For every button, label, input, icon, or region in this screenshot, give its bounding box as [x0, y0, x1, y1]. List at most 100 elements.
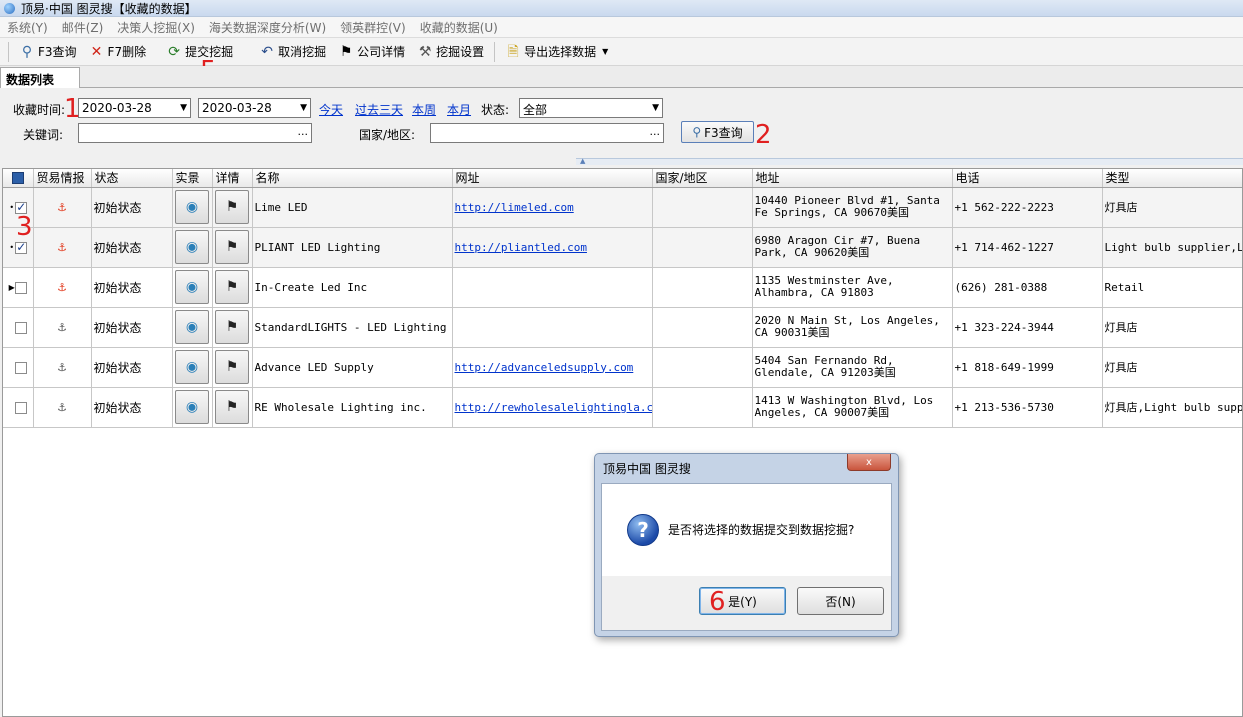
company-detail-button[interactable]: ⚑ 公司详情: [332, 41, 411, 63]
country-cell: [652, 387, 753, 428]
status-cell: 初始状态: [91, 387, 173, 428]
column-header-detail[interactable]: 详情: [212, 169, 253, 188]
column-header-address[interactable]: 地址: [752, 169, 953, 188]
country-input[interactable]: ...: [430, 123, 664, 143]
trade-intel-cell[interactable]: ⚓: [33, 307, 92, 348]
street-view-button[interactable]: ◉: [175, 390, 209, 424]
select-all-checkbox[interactable]: [11, 172, 24, 185]
detail-button[interactable]: ⚑: [215, 350, 249, 384]
anchor-icon[interactable]: ⚓: [57, 201, 67, 214]
chevron-down-icon[interactable]: ▼: [300, 99, 307, 117]
dialog-close-button[interactable]: x: [847, 454, 891, 471]
type-cell: 灯具店: [1102, 307, 1242, 348]
dialog-no-button[interactable]: 否(N): [797, 587, 884, 615]
panel-splitter[interactable]: ▲: [576, 157, 1243, 165]
detail-button[interactable]: ⚑: [215, 270, 249, 304]
trade-intel-cell[interactable]: ⚓: [33, 347, 92, 388]
website-link[interactable]: http://advanceledsupply.com: [455, 361, 634, 374]
menu-customs-analysis[interactable]: 海关数据深度分析(W): [202, 19, 333, 36]
chevron-down-icon[interactable]: ▼: [602, 47, 608, 56]
chevron-down-icon[interactable]: ▼: [652, 99, 659, 117]
table-row[interactable]: • ⚓ 初始状态 ◉ ⚑ Lime LEDhttp://limeled.com 10440 …: [3, 187, 1242, 228]
trade-intel-cell[interactable]: ⚓: [33, 267, 92, 308]
street-view-button[interactable]: ◉: [175, 350, 209, 384]
anchor-icon[interactable]: ⚓: [57, 241, 67, 254]
anchor-icon[interactable]: ⚓: [57, 401, 67, 414]
row-checkbox[interactable]: [15, 361, 28, 374]
chevron-down-icon[interactable]: ▼: [180, 99, 187, 117]
column-header-country[interactable]: 国家/地区: [652, 169, 753, 188]
anchor-icon[interactable]: ⚓: [57, 281, 67, 294]
query-button[interactable]: ⚲ F3查询: [13, 41, 83, 63]
row-checkbox[interactable]: [15, 401, 28, 414]
street-view-cell: ◉: [172, 267, 213, 308]
date-from-picker[interactable]: 2020-03-28 ▼: [78, 98, 191, 118]
trade-intel-cell[interactable]: ⚓: [33, 387, 92, 428]
more-icon[interactable]: ...: [650, 124, 661, 140]
table-row[interactable]: • ⚓ 初始状态 ◉ ⚑ PLIANT LED Lightinghttp://pliant…: [3, 227, 1242, 268]
country-label: 国家/地区:: [359, 128, 416, 142]
menu-decision-maker[interactable]: 决策人挖掘(X): [110, 19, 202, 36]
detail-button[interactable]: ⚑: [215, 310, 249, 344]
column-header-type[interactable]: 类型: [1102, 169, 1242, 188]
table-row[interactable]: ⚓ 初始状态 ◉ ⚑ StandardLIGHTS - LED Lighting 2020…: [3, 307, 1242, 348]
anchor-icon[interactable]: ⚓: [57, 361, 67, 374]
f3-query-button[interactable]: ⚲ F3查询: [681, 121, 754, 143]
street-view-button[interactable]: ◉: [175, 270, 209, 304]
street-view-icon: ◉: [185, 239, 199, 255]
website-link[interactable]: http://rewholesalelightingla.com: [455, 401, 652, 414]
table-row[interactable]: ⚓ 初始状态 ◉ ⚑ Advance LED Supply http://advancel…: [3, 347, 1242, 388]
status-cell: 初始状态: [91, 347, 173, 388]
row-checkbox[interactable]: [15, 281, 28, 294]
row-select-cell[interactable]: [3, 387, 34, 428]
table-row[interactable]: ⚓ 初始状态 ◉ ⚑ RE Wholesale Lighting inc. http://…: [3, 387, 1242, 428]
menu-mail[interactable]: 邮件(Z): [55, 19, 111, 36]
anchor-icon[interactable]: ⚓: [57, 321, 67, 334]
trade-intel-cell[interactable]: ⚓: [33, 187, 92, 228]
mining-settings-button[interactable]: ⚒ 挖掘设置: [411, 41, 490, 63]
this-month-link[interactable]: 本月: [447, 101, 471, 118]
row-checkbox[interactable]: [15, 321, 28, 334]
website-link[interactable]: http://pliantled.com: [455, 241, 587, 254]
detail-button[interactable]: ⚑: [215, 190, 249, 224]
menu-system[interactable]: 系统(Y): [0, 19, 55, 36]
column-header-trade-intel[interactable]: 贸易情报: [33, 169, 92, 188]
date-to-picker[interactable]: 2020-03-28 ▼: [198, 98, 311, 118]
tab-data-list[interactable]: 数据列表: [0, 67, 80, 88]
menu-linkedin[interactable]: 领英群控(V): [333, 19, 413, 36]
table-row[interactable]: ▶ ⚓ 初始状态 ◉ ⚑ In-Create Led Inc 1135 Westminste…: [3, 267, 1242, 308]
street-view-button[interactable]: ◉: [175, 230, 209, 264]
keyword-input[interactable]: ...: [78, 123, 312, 143]
column-header-name[interactable]: 名称: [252, 169, 453, 188]
type-cell: 灯具店: [1102, 187, 1242, 228]
website-link[interactable]: http://limeled.com: [455, 201, 574, 214]
status-select[interactable]: 全部 ▼: [519, 98, 663, 118]
export-selected-button[interactable]: 🗎 导出选择数据 ▼: [499, 41, 614, 63]
row-checkbox[interactable]: [15, 240, 28, 254]
row-select-cell[interactable]: [3, 347, 34, 388]
detail-button[interactable]: ⚑: [215, 230, 249, 264]
column-header-url[interactable]: 网址: [452, 169, 653, 188]
street-view-button[interactable]: ◉: [175, 190, 209, 224]
column-header-status[interactable]: 状态: [91, 169, 173, 188]
past-three-days-link[interactable]: 过去三天: [355, 101, 403, 118]
delete-button[interactable]: ✕ F7删除: [83, 41, 153, 63]
select-all-header[interactable]: [3, 169, 34, 188]
row-select-cell[interactable]: [3, 307, 34, 348]
status-cell: 初始状态: [91, 307, 173, 348]
cancel-mining-button[interactable]: ↶ 取消挖掘: [253, 41, 332, 63]
street-view-icon: ◉: [185, 359, 199, 375]
collapse-arrow-icon[interactable]: ▲: [580, 157, 585, 165]
trade-intel-cell[interactable]: ⚓: [33, 227, 92, 268]
street-view-button[interactable]: ◉: [175, 310, 209, 344]
more-icon[interactable]: ...: [298, 124, 309, 140]
street-view-cell: ◉: [172, 347, 213, 388]
detail-button[interactable]: ⚑: [215, 390, 249, 424]
this-week-link[interactable]: 本周: [412, 101, 436, 118]
row-select-cell[interactable]: ▶: [3, 267, 34, 308]
column-header-street-view[interactable]: 实景: [172, 169, 213, 188]
address-cell: 6980 Aragon Cir #7, Buena Park, CA 90620…: [752, 227, 953, 268]
menu-collected-data[interactable]: 收藏的数据(U): [413, 19, 505, 36]
today-link[interactable]: 今天: [319, 101, 343, 118]
column-header-phone[interactable]: 电话: [952, 169, 1103, 188]
